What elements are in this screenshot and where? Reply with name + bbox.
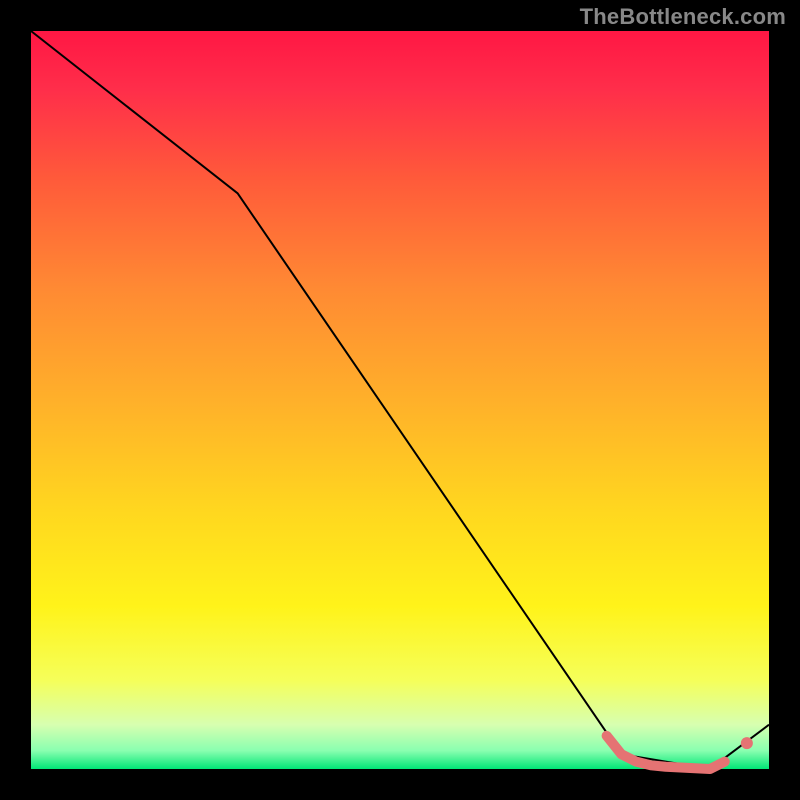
chart-frame: TheBottleneck.com — [0, 0, 800, 800]
bottleneck-chart — [0, 0, 800, 800]
highlight-point — [741, 737, 753, 749]
attribution-text: TheBottleneck.com — [580, 4, 786, 30]
plot-background — [31, 31, 769, 769]
